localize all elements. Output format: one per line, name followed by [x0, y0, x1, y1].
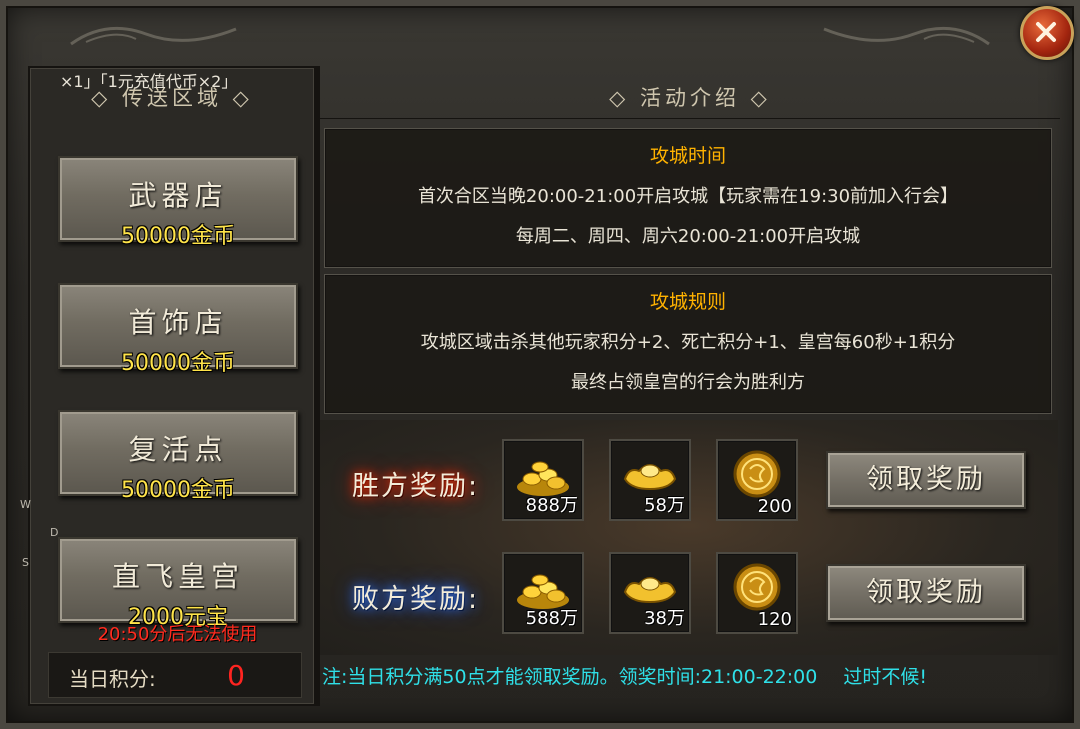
shop-cost: 50000金币: [121, 351, 235, 376]
siege-time-line: 每周二、周四、周六20:00-21:00开启攻城: [515, 226, 861, 247]
coin-token-icon: [733, 563, 781, 611]
reward-slot[interactable]: 200: [716, 439, 798, 521]
reward-note-text: 注:当日积分满50点才能领取奖励。领奖时间:21:00-22:00: [322, 666, 818, 688]
reward-slot[interactable]: 38万: [609, 552, 691, 634]
reward-quantity: 588万: [525, 608, 578, 629]
siege-rules-line: 最终占领皇宫的行会为胜利方: [571, 372, 805, 393]
reward-slot[interactable]: 120: [716, 552, 798, 634]
shop-name: 复活点: [128, 433, 228, 466]
lose-reward-label: 败方奖励:: [352, 584, 480, 615]
daily-score-label: 当日积分:: [69, 667, 156, 691]
siege-rules-box: 攻城规则 攻城区域击杀其他玩家积分+2、死亡积分+1、皇宫每60秒+1积分 最终…: [324, 274, 1052, 414]
dragon-ornament-left: [70, 26, 237, 46]
close-button[interactable]: [1020, 6, 1074, 60]
dragon-ornament-right: [823, 26, 990, 46]
teleport-weapon-shop-button[interactable]: 武器店 50000金币: [58, 156, 298, 249]
shop-name: 首饰店: [128, 306, 228, 339]
activity-intro-title: ◇ 活动介绍 ◇: [320, 78, 1060, 119]
reward-quantity: 38万: [644, 608, 685, 629]
reward-quantity: 200: [757, 496, 792, 517]
scrolling-notice: ×1」「1元充值代币×2」: [60, 72, 238, 91]
reward-slot[interactable]: 58万: [609, 439, 691, 521]
daily-score-value: 0: [227, 659, 245, 692]
close-icon: [1036, 22, 1056, 42]
reward-note-late: 过时不候!: [843, 666, 927, 688]
shop-name: 直飞皇宫: [111, 560, 244, 593]
shop-name: 武器店: [128, 179, 228, 212]
compass-south: S: [22, 556, 29, 569]
siege-time-line: 首次合区当晚20:00-21:00开启攻城【玩家需在19:30前加入行会】: [417, 186, 959, 207]
reward-quantity: 888万: [525, 495, 578, 516]
claim-win-reward-button[interactable]: 领取奖励: [826, 451, 1026, 509]
compass-d: D: [50, 526, 59, 539]
daily-score-box: 当日积分: 0: [48, 652, 302, 698]
palace-time-warning: 20:50分后无法使用: [97, 624, 258, 645]
coin-token-icon: [733, 450, 781, 498]
siege-rules-title: 攻城规则: [649, 291, 726, 313]
siege-time-box: 攻城时间 首次合区当晚20:00-21:00开启攻城【玩家需在19:30前加入行…: [324, 128, 1052, 268]
shop-cost: 50000金币: [121, 478, 235, 503]
teleport-respawn-point-button[interactable]: 复活点 50000金币: [58, 410, 298, 503]
reward-note: 注:当日积分满50点才能领取奖励。领奖时间:21:00-22:00 过时不候!: [322, 662, 927, 689]
reward-quantity: 120: [757, 609, 792, 630]
teleport-palace-button[interactable]: 直飞皇宫 2000元宝: [58, 537, 298, 630]
compass-west: W: [20, 498, 31, 511]
reward-slot[interactable]: 588万: [502, 552, 584, 634]
shop-cost: 50000金币: [121, 224, 235, 249]
reward-quantity: 58万: [644, 495, 685, 516]
reward-slot[interactable]: 888万: [502, 439, 584, 521]
siege-time-title: 攻城时间: [649, 145, 726, 167]
claim-lose-reward-button[interactable]: 领取奖励: [826, 564, 1026, 622]
win-reward-label: 胜方奖励:: [352, 471, 480, 502]
siege-rules-line: 攻城区域击杀其他玩家积分+2、死亡积分+1、皇宫每60秒+1积分: [420, 332, 956, 353]
teleport-jewelry-shop-button[interactable]: 首饰店 50000金币: [58, 283, 298, 376]
